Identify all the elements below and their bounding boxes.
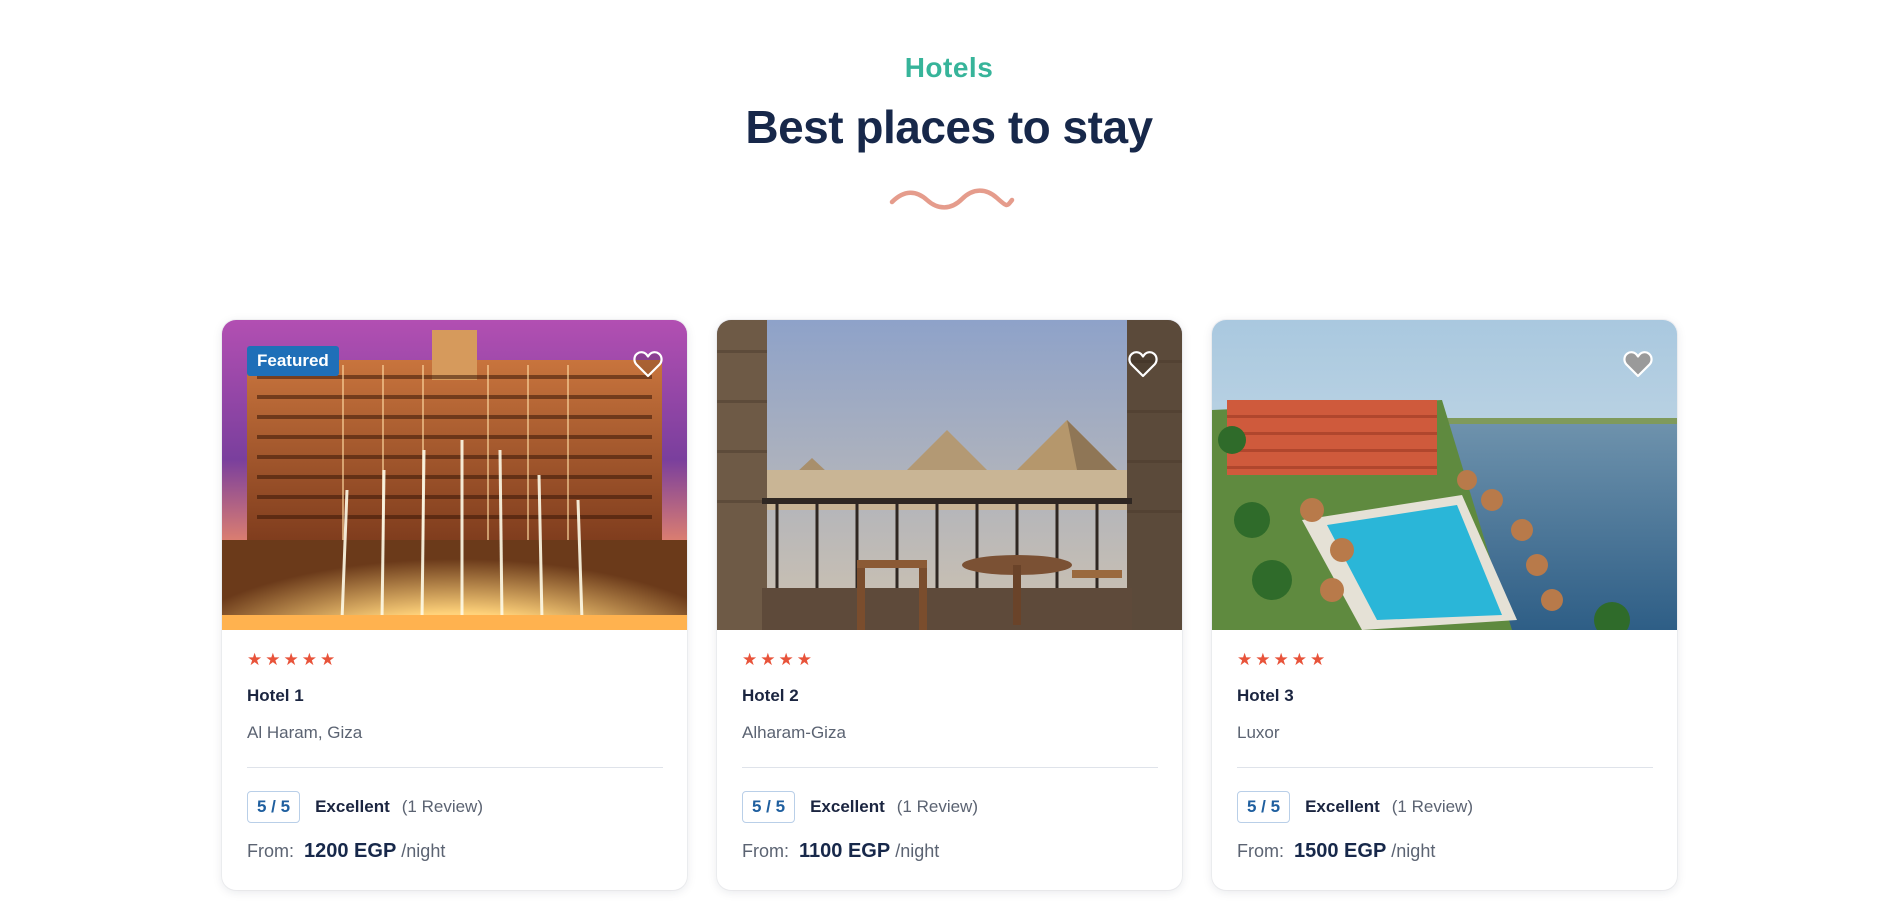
price-from-label: From: [247,841,294,861]
hotel-card[interactable]: ★★★★ Hotel 2 Alharam-Giza 5 / 5 Excellen… [717,320,1182,890]
score-badge: 5 / 5 [247,791,301,823]
hotel-card[interactable]: Featured ★★★★★ Hotel 1 Al Haram, Giza 5 … [222,320,687,890]
star-rating: ★★★★★ [1237,650,1329,669]
price-value: 1200 EGP [304,840,397,862]
section-title: Best places to stay [745,101,1153,153]
card-divider [1237,767,1653,768]
hotel-location: Luxor [1237,723,1280,742]
price-unit: /night [1391,841,1436,861]
hotel-card[interactable]: ★★★★★ Hotel 3 Luxor 5 / 5 Excellent (1 R… [1212,320,1677,890]
wave-divider-icon [889,188,1015,210]
price-from-label: From: [742,841,789,861]
review-count[interactable]: (1 Review) [402,797,483,817]
rating-verdict: Excellent [315,797,390,816]
rating-verdict: Excellent [810,797,885,816]
card-divider [742,767,1158,768]
heart-outline-icon[interactable] [1128,350,1158,378]
price-value: 1100 EGP [799,840,891,862]
hotel-name[interactable]: Hotel 2 [742,686,1158,706]
heart-outline-icon[interactable] [633,350,663,378]
price-unit: /night [401,841,446,861]
featured-badge: Featured [247,346,339,376]
review-count[interactable]: (1 Review) [897,797,978,817]
price-unit: /night [895,841,940,861]
section-eyebrow: Hotels [904,52,994,83]
card-divider [247,767,663,768]
rating-verdict: Excellent [1305,797,1380,816]
heart-filled-icon[interactable] [1623,350,1653,378]
price-from-label: From: [1237,841,1284,861]
review-count[interactable]: (1 Review) [1392,797,1473,817]
star-rating: ★★★★ [742,650,815,669]
score-badge: 5 / 5 [1237,791,1291,823]
pyramids-balcony-photo[interactable] [717,320,1182,630]
hotel-name[interactable]: Hotel 1 [247,686,663,706]
hotel-name[interactable]: Hotel 3 [1237,686,1653,706]
hotel-location: Al Haram, Giza [247,723,363,742]
star-rating: ★★★★★ [247,650,339,669]
price-value: 1500 EGP [1294,840,1387,862]
nile-resort-pool-photo[interactable] [1212,320,1677,630]
hotel-location: Alharam-Giza [742,723,846,742]
hotel-card-list: Featured ★★★★★ Hotel 1 Al Haram, Giza 5 … [222,320,1677,890]
score-badge: 5 / 5 [742,791,796,823]
